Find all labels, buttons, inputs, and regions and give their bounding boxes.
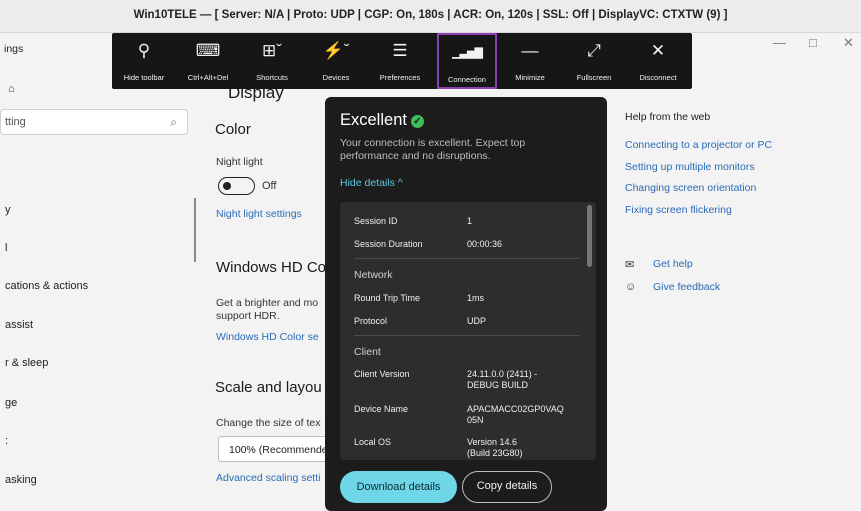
settings-title: ings — [4, 43, 24, 55]
night-light-label: Night light — [216, 156, 263, 168]
connection-panel: Excellent ✓ Your connection is excellent.… — [325, 97, 607, 511]
copy-details-button[interactable]: Copy details — [462, 471, 552, 503]
session-id-value: 1 — [467, 216, 473, 226]
download-details-button[interactable]: Download details — [340, 471, 457, 503]
help-heading: Help from the web — [625, 111, 711, 123]
sidebar-item-focus-assist[interactable]: assist — [5, 319, 33, 331]
minimize-button[interactable]: — Minimize — [498, 33, 562, 89]
help-column: — □ ✕ Help from the web Connecting to a … — [625, 33, 861, 511]
network-section-title: Network — [354, 269, 393, 281]
usb-icon: ⚡ˇ — [322, 41, 350, 60]
hide-details-toggle[interactable]: Hide details ^ — [340, 177, 403, 189]
local-os-label: Local OS — [354, 437, 392, 447]
device-name-label: Device Name — [354, 404, 409, 414]
pin-icon: ⚲ — [137, 41, 151, 60]
sidebar-item-power-sleep[interactable]: r & sleep — [5, 357, 48, 369]
local-os-line1: Version 14.6 — [467, 437, 518, 447]
session-duration-value: 00:00:36 — [467, 239, 503, 249]
connection-status-title: Excellent ✓ — [340, 111, 424, 130]
sidebar-item-storage[interactable]: ge — [5, 397, 17, 409]
night-light-settings-link[interactable]: Night light settings — [216, 208, 302, 220]
give-feedback-link[interactable]: Give feedback — [653, 281, 720, 293]
protocol-label: Protocol — [354, 316, 388, 326]
session-id-label: Session ID — [354, 216, 398, 226]
details-divider — [354, 258, 580, 259]
preferences-button[interactable]: ☰ Preferences — [368, 33, 432, 89]
shortcuts-icon: ⊞ˇ — [262, 41, 282, 60]
sidebar-item-notifications[interactable]: cations & actions — [5, 280, 88, 292]
keyboard-icon: ⌨ — [195, 41, 221, 60]
disconnect-label: Disconnect — [639, 73, 677, 82]
fullscreen-icon: ⤢ — [587, 41, 601, 60]
window-maximize-button[interactable]: □ — [809, 35, 817, 50]
hd-color-settings-link[interactable]: Windows HD Color se — [216, 331, 319, 343]
hd-description-line2: support HDR. — [216, 310, 280, 322]
device-name-line1: APACMACC02GP0VAQ — [467, 404, 564, 414]
title-bar: Win10TELE — [ Server: N/A | Proto: UDP |… — [0, 0, 861, 33]
sidebar-item-tablet[interactable]: : — [5, 435, 8, 447]
disconnect-button[interactable]: ✕ Disconnect — [626, 33, 690, 89]
night-light-toggle[interactable] — [218, 177, 255, 195]
shortcuts-button[interactable]: ⊞ˇ Shortcuts — [240, 33, 304, 89]
connection-label: Connection — [448, 75, 486, 84]
scale-description: Change the size of tex — [216, 417, 321, 429]
help-link-orientation[interactable]: Changing screen orientation — [625, 182, 756, 194]
client-version-line1: 24.11.0.0 (2411) - — [467, 369, 538, 379]
details-scrollbar[interactable] — [587, 205, 592, 267]
toggle-knob — [223, 181, 231, 190]
device-name-line2: 05N — [467, 415, 484, 425]
fullscreen-button[interactable]: ⤢ Fullscreen — [562, 33, 626, 89]
ctrl-alt-del-button[interactable]: ⌨ Ctrl+Alt+Del — [176, 33, 240, 89]
scale-heading: Scale and layou — [215, 379, 322, 396]
get-help-icon: ✉ — [625, 259, 635, 271]
close-icon: ✕ — [650, 41, 666, 60]
session-duration-label: Session Duration — [354, 239, 423, 249]
rtt-value: 1ms — [467, 293, 485, 303]
get-help-link[interactable]: Get help — [653, 258, 693, 270]
help-link-flickering[interactable]: Fixing screen flickering — [625, 204, 732, 216]
sidebar-item-multitasking[interactable]: asking — [5, 474, 37, 486]
preferences-label: Preferences — [379, 73, 421, 82]
minimize-icon: — — [521, 41, 539, 60]
devices-button[interactable]: ⚡ˇ Devices — [304, 33, 368, 89]
local-os-line2: (Build 23G80) — [467, 448, 523, 458]
connection-status: Excellent — [340, 111, 407, 129]
night-light-state: Off — [262, 180, 277, 192]
rtt-label: Round Trip Time — [354, 293, 421, 303]
window-title: Win10TELE — [ Server: N/A | Proto: UDP |… — [133, 9, 728, 21]
client-section-title: Client — [354, 346, 381, 358]
help-link-monitors[interactable]: Setting up multiple monitors — [625, 161, 755, 173]
check-icon: ✓ — [410, 115, 424, 128]
details-divider — [354, 335, 580, 336]
connection-description: Your connection is excellent. Expect top… — [340, 137, 526, 162]
feedback-icon: ☺ — [625, 281, 637, 293]
connection-button[interactable]: ▁▃▅▇ Connection — [437, 33, 497, 89]
details-box: Session ID 1 Session Duration 00:00:36 N… — [340, 202, 596, 460]
client-version-label: Client Version — [354, 369, 410, 379]
session-toolbar: ⚲ Hide toolbar ⌨ Ctrl+Alt+Del ⊞ˇ Shortcu… — [112, 33, 692, 89]
home-icon[interactable]: ⌂ — [8, 83, 15, 95]
window-minimize-button[interactable]: — — [773, 35, 786, 50]
protocol-value: UDP — [467, 316, 487, 326]
settings-sidebar: ings ⌂ ⌕ y l cations & actions assist r … — [0, 33, 196, 511]
sidebar-item-sound[interactable]: l — [5, 242, 7, 254]
help-link-projector[interactable]: Connecting to a projector or PC — [625, 139, 772, 151]
search-input[interactable] — [5, 114, 155, 130]
sidebar-item-display[interactable]: y — [5, 204, 11, 216]
sidebar-divider — [194, 198, 196, 262]
advanced-scaling-link[interactable]: Advanced scaling setti — [216, 472, 320, 484]
client-version-line2: DEBUG BUILD — [467, 380, 529, 390]
window-close-button[interactable]: ✕ — [843, 35, 854, 51]
signal-icon: ▁▃▅▇ — [452, 47, 483, 59]
color-heading: Color — [215, 121, 251, 138]
hd-description-line1: Get a brighter and mo — [216, 297, 319, 309]
settings-search[interactable]: ⌕ — [0, 109, 188, 135]
scale-value: 100% (Recommende — [229, 444, 328, 456]
hd-color-heading: Windows HD Co — [216, 259, 327, 276]
remote-session-window: Win10TELE — [ Server: N/A | Proto: UDP |… — [0, 0, 861, 511]
preferences-icon: ☰ — [392, 41, 408, 60]
search-icon[interactable]: ⌕ — [170, 115, 177, 130]
hide-toolbar-button[interactable]: ⚲ Hide toolbar — [112, 33, 176, 89]
